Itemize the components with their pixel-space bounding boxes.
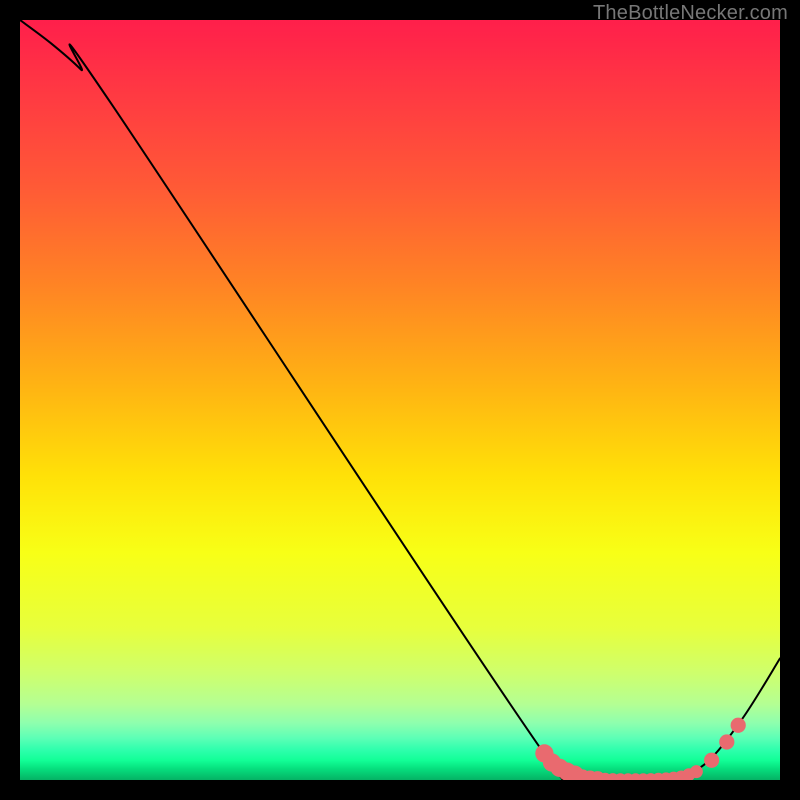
chart-stage: TheBottleNecker.com	[0, 0, 800, 800]
highlight-dot	[704, 753, 719, 768]
plot-area	[20, 20, 780, 780]
highlight-dot	[690, 765, 703, 778]
highlight-dot	[731, 718, 746, 733]
gradient-background	[20, 20, 780, 780]
bottleneck-chart	[20, 20, 780, 780]
highlight-dot	[719, 734, 734, 749]
